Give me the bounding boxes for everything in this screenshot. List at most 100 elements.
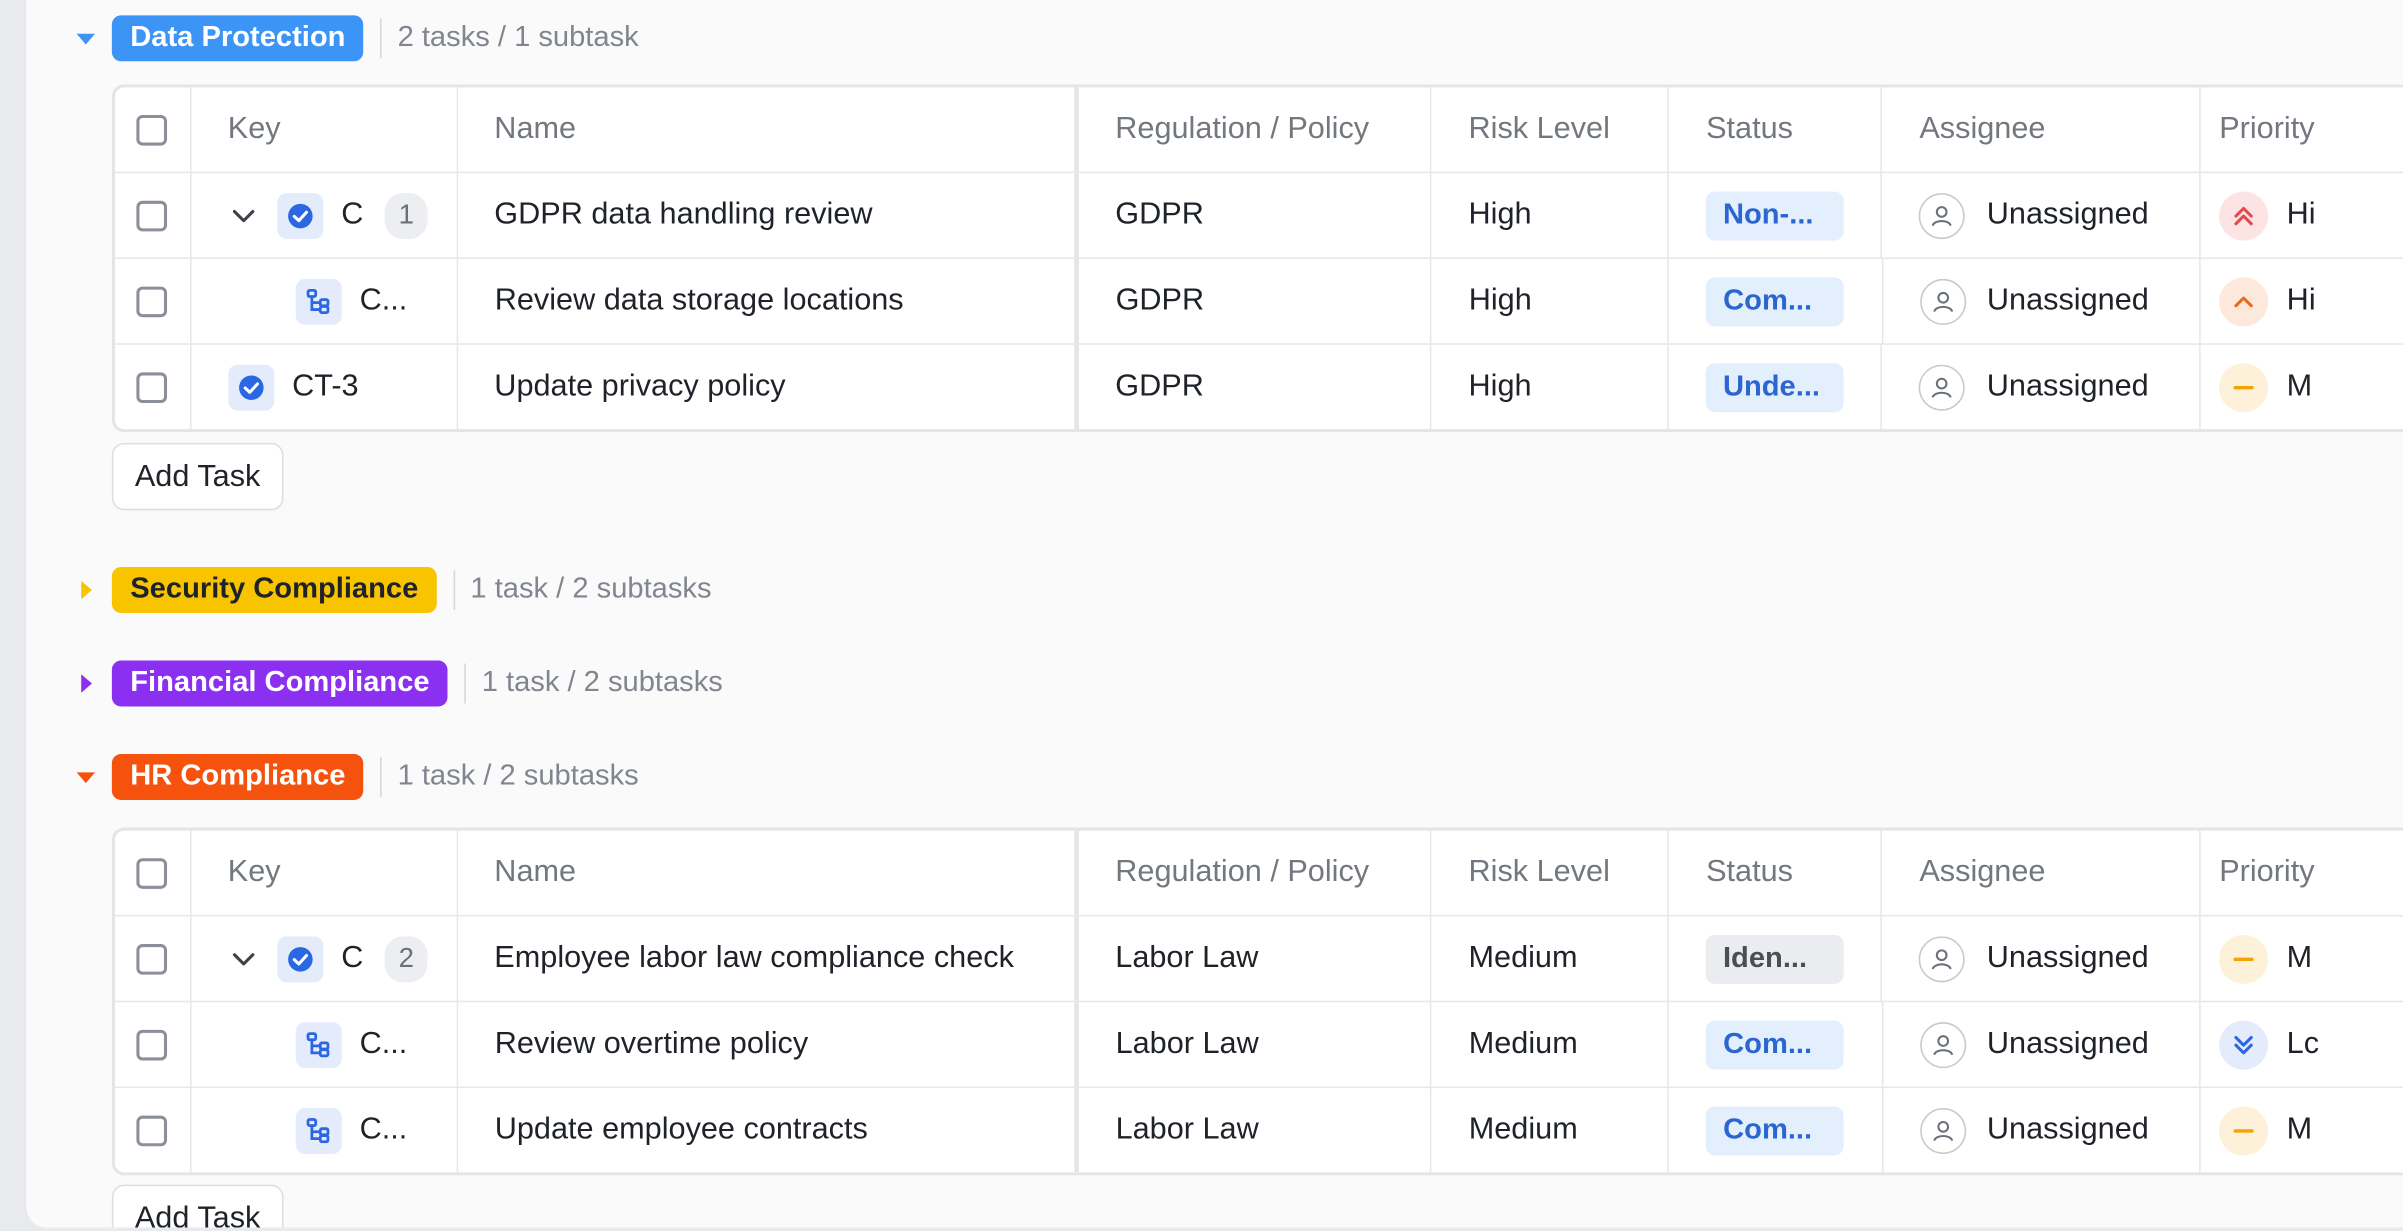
- add-task-button[interactable]: Add Task: [111, 1184, 284, 1228]
- medium-priority-icon: [2219, 1105, 2269, 1155]
- task-type-icon: [227, 363, 274, 410]
- table-row[interactable]: CT-3 Update privacy policy GDPR High Und…: [115, 344, 2403, 430]
- group-badge-hr-compliance[interactable]: HR Compliance: [111, 753, 364, 800]
- column-header-key[interactable]: Key: [191, 830, 458, 915]
- expand-chevron-down-icon[interactable]: [228, 943, 259, 974]
- row-checkbox[interactable]: [136, 943, 168, 974]
- priority-cell[interactable]: Hi: [2201, 259, 2403, 343]
- priority-cell[interactable]: Lc: [2201, 1002, 2403, 1086]
- select-all-checkbox[interactable]: [136, 114, 168, 145]
- add-task-button[interactable]: Add Task: [111, 442, 284, 511]
- row-select-cell: [115, 1088, 191, 1173]
- priority-cell[interactable]: M: [2201, 345, 2403, 429]
- group-badge-financial-compliance[interactable]: Financial Compliance: [111, 660, 448, 707]
- priority-cell[interactable]: M: [2201, 916, 2403, 1000]
- priority-cell[interactable]: Hi: [2201, 173, 2403, 257]
- user-avatar-icon: [1919, 192, 1966, 239]
- status-badge[interactable]: Com...: [1706, 1105, 1845, 1155]
- high-priority-icon: [2219, 276, 2269, 326]
- row-checkbox[interactable]: [136, 371, 168, 403]
- status-badge[interactable]: Com...: [1706, 1019, 1845, 1069]
- column-header-priority[interactable]: Priority: [2201, 831, 2403, 915]
- priority-cell[interactable]: M: [2201, 1088, 2403, 1172]
- user-avatar-icon: [1919, 1107, 1966, 1154]
- column-header-regulation[interactable]: Regulation / Policy: [1078, 830, 1432, 915]
- task-name[interactable]: Employee labor law compliance check: [458, 916, 1079, 1001]
- divider: [453, 570, 456, 610]
- row-checkbox[interactable]: [136, 1029, 168, 1060]
- column-header-regulation[interactable]: Regulation / Policy: [1078, 87, 1432, 172]
- status-badge[interactable]: Iden...: [1706, 934, 1845, 984]
- key-cell: C...: [191, 1088, 458, 1173]
- assignee-name: Unassigned: [1986, 1026, 2149, 1061]
- column-header-status[interactable]: Status: [1669, 830, 1883, 915]
- assignee-cell[interactable]: Unassigned: [1883, 916, 2201, 1001]
- collapse-caret-icon[interactable]: [63, 762, 109, 793]
- status-cell: Com...: [1669, 1002, 1883, 1087]
- column-header-key[interactable]: Key: [191, 87, 458, 172]
- row-checkbox[interactable]: [136, 285, 168, 317]
- column-header-assignee[interactable]: Assignee: [1883, 830, 2201, 915]
- expand-caret-icon[interactable]: [63, 575, 109, 606]
- column-header-name[interactable]: Name: [458, 87, 1079, 172]
- group-badge-data-protection[interactable]: Data Protection: [111, 15, 364, 62]
- task-table-data-protection: Key Name Regulation / Policy Risk Level …: [111, 84, 2403, 433]
- subtask-count-badge: 2: [384, 935, 428, 982]
- task-key[interactable]: C...: [360, 284, 408, 319]
- grouped-task-list: Data Protection 2 tasks / 1 subtask Key …: [24, 0, 2403, 1228]
- user-avatar-icon: [1919, 278, 1966, 325]
- expand-chevron-down-icon[interactable]: [228, 200, 259, 231]
- assignee-cell[interactable]: Unassigned: [1883, 1088, 2201, 1173]
- priority-label: M: [2286, 1112, 2313, 1147]
- table-row[interactable]: C... Review overtime policy Labor Law Me…: [114, 1002, 2403, 1089]
- collapse-caret-icon[interactable]: [63, 23, 109, 54]
- highest-priority-icon: [2219, 190, 2269, 240]
- status-badge[interactable]: Com...: [1706, 276, 1845, 326]
- subtask-type-icon: [295, 1021, 342, 1068]
- status-badge[interactable]: Non-...: [1706, 190, 1845, 240]
- assignee-name: Unassigned: [1986, 940, 2149, 975]
- table-row[interactable]: C... Review data storage locations GDPR …: [114, 258, 2403, 345]
- task-name[interactable]: GDPR data handling review: [458, 173, 1079, 258]
- assignee-name: Unassigned: [1986, 369, 2149, 404]
- table-row[interactable]: C... Update employee contracts Labor Law…: [115, 1088, 2403, 1173]
- risk-level-value: High: [1432, 258, 1670, 344]
- task-name[interactable]: Review overtime policy: [458, 1002, 1079, 1087]
- user-avatar-icon: [1919, 1021, 1966, 1068]
- column-header-status[interactable]: Status: [1669, 87, 1883, 172]
- task-key[interactable]: C...: [360, 1027, 408, 1062]
- table-row[interactable]: C 1 GDPR data handling review GDPR High …: [114, 173, 2403, 259]
- task-name[interactable]: Update employee contracts: [458, 1088, 1079, 1173]
- table-row[interactable]: C 2 Employee labor law compliance check …: [114, 916, 2403, 1003]
- group-count: 1 task / 2 subtasks: [397, 760, 639, 793]
- task-key[interactable]: C: [341, 198, 363, 233]
- status-cell: Iden...: [1669, 916, 1883, 1001]
- assignee-cell[interactable]: Unassigned: [1883, 258, 2201, 344]
- task-key[interactable]: CT-3: [292, 369, 358, 404]
- task-name[interactable]: Update privacy policy: [458, 344, 1079, 430]
- expand-caret-icon[interactable]: [63, 668, 109, 699]
- assignee-cell[interactable]: Unassigned: [1883, 173, 2201, 258]
- status-cell: Unde...: [1669, 344, 1883, 430]
- divider: [380, 757, 383, 797]
- row-select-cell: [115, 173, 192, 258]
- row-select-cell: [115, 258, 191, 344]
- column-header-risk-level[interactable]: Risk Level: [1432, 830, 1670, 915]
- task-name[interactable]: Review data storage locations: [458, 258, 1079, 344]
- column-header-risk-level[interactable]: Risk Level: [1432, 87, 1670, 172]
- task-key[interactable]: C...: [360, 1113, 408, 1148]
- group-badge-security-compliance[interactable]: Security Compliance: [111, 567, 437, 613]
- column-header-name[interactable]: Name: [458, 830, 1079, 915]
- status-badge[interactable]: Unde...: [1706, 362, 1845, 412]
- assignee-cell[interactable]: Unassigned: [1883, 1002, 2201, 1087]
- column-header-assignee[interactable]: Assignee: [1883, 87, 2201, 172]
- assignee-cell[interactable]: Unassigned: [1883, 344, 2201, 430]
- column-header-priority[interactable]: Priority: [2201, 87, 2403, 171]
- select-all-checkbox[interactable]: [136, 857, 168, 889]
- regulation-value: Labor Law: [1079, 1002, 1432, 1087]
- row-checkbox[interactable]: [136, 1114, 168, 1146]
- key-cell: C 2: [191, 916, 458, 1001]
- priority-label: Hi: [2286, 197, 2316, 232]
- task-key[interactable]: C: [341, 941, 363, 976]
- row-checkbox[interactable]: [136, 199, 168, 231]
